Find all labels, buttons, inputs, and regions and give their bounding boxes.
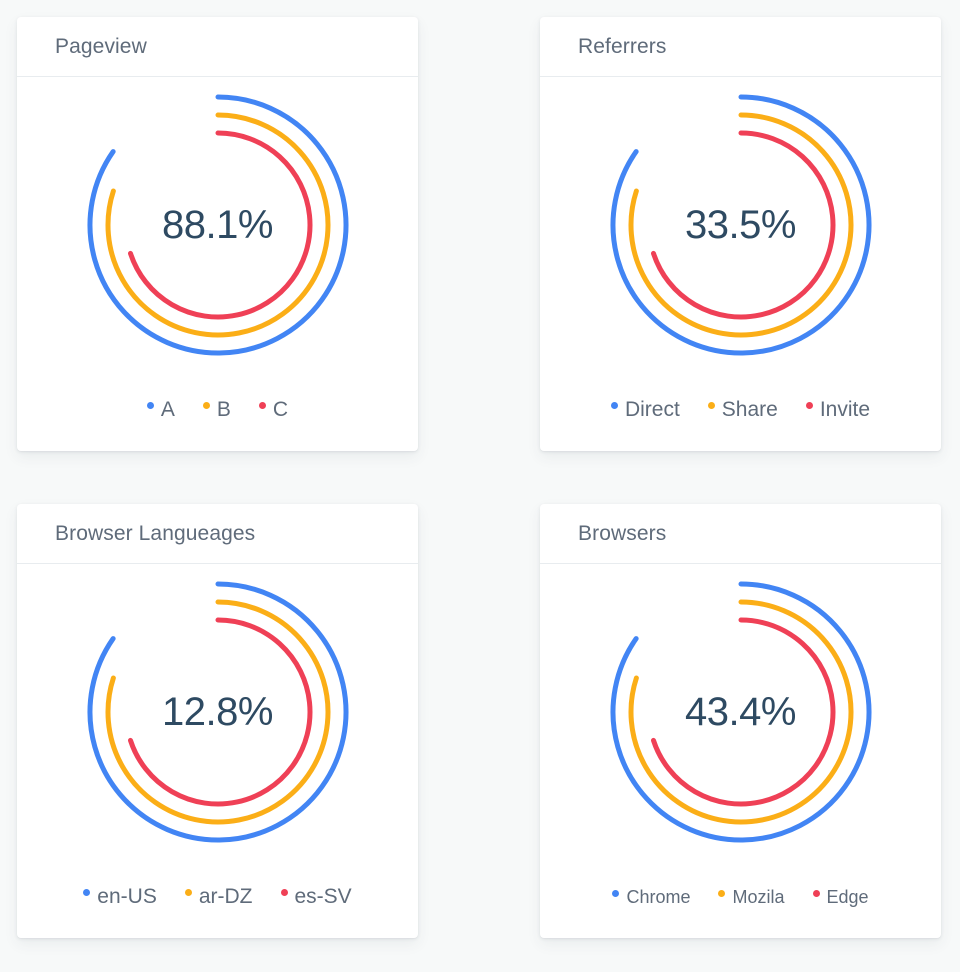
legend-label: Share [721, 398, 778, 421]
legend-item[interactable]: Edge [812, 887, 869, 907]
legend-item[interactable]: Invite [805, 398, 871, 421]
legend-item[interactable]: en-US [83, 885, 157, 908]
legend-item[interactable]: es-SV [280, 885, 352, 908]
legend-dot-blue-icon [612, 890, 620, 897]
legend-label: ar-DZ [198, 885, 253, 908]
legend-item[interactable]: Direct [610, 398, 680, 421]
card-title: Referrers [578, 35, 667, 58]
legend-item[interactable]: Mozila [718, 887, 785, 907]
legend-dot-red-icon [258, 402, 266, 409]
legend-dot-orange-icon [718, 890, 726, 897]
card-body: 33.5% [540, 77, 941, 379]
legend-label: Invite [819, 398, 871, 421]
legend-label: es-SV [294, 885, 352, 908]
card-body: 43.4% [540, 564, 941, 866]
legend-item[interactable]: A [146, 398, 175, 421]
legend-label: Edge [826, 887, 869, 907]
card-header: Browsers [540, 504, 941, 564]
legend-dot-red-icon [812, 890, 820, 897]
legend-dot-blue-icon [610, 402, 618, 409]
legend-dot-orange-icon [202, 402, 210, 409]
card-legend: Direct Share Invite [540, 379, 941, 451]
gauge-chart-browser-langueages: 12.8% [73, 567, 363, 857]
legend-dot-red-icon [280, 889, 288, 896]
legend-dot-orange-icon [184, 889, 192, 896]
card-title: Browsers [578, 522, 667, 545]
legend-label: C [272, 398, 289, 421]
card-legend: en-US ar-DZ es-SV [17, 866, 418, 938]
legend-label: Direct [624, 398, 680, 421]
card-browser-langueages: Browser Langueages 12.8% en-US ar-DZ es-… [17, 504, 418, 938]
card-title: Browser Langueages [55, 522, 256, 545]
legend-item[interactable]: ar-DZ [184, 885, 253, 908]
card-referrers: Referrers 33.5% Direct Share Invite [540, 17, 941, 451]
legend-label: A [160, 398, 175, 421]
card-header: Referrers [540, 17, 941, 77]
gauge-center-value: 33.5% [685, 203, 796, 247]
legend-label: Chrome [626, 887, 691, 907]
legend-item[interactable]: C [258, 398, 289, 421]
gauge-center-value: 12.8% [162, 690, 273, 734]
card-body: 12.8% [17, 564, 418, 866]
legend-dot-orange-icon [707, 402, 715, 409]
legend-dot-red-icon [805, 402, 813, 409]
card-title: Pageview [55, 35, 147, 58]
card-legend: Chrome Mozila Edge [540, 866, 941, 938]
legend-item[interactable]: Chrome [612, 887, 690, 907]
dashboard-grid: Pageview 88.1% A B C Referrers 33.5% Dir… [0, 0, 960, 972]
legend-dot-blue-icon [146, 402, 154, 409]
card-header: Browser Langueages [17, 504, 418, 564]
legend-item[interactable]: B [202, 398, 231, 421]
legend-label: B [216, 398, 231, 421]
legend-label: en-US [97, 885, 157, 908]
card-header: Pageview [17, 17, 418, 77]
gauge-chart-browsers: 43.4% [596, 567, 886, 857]
legend-label: Mozila [732, 887, 785, 907]
card-legend: A B C [17, 379, 418, 451]
gauge-center-value: 88.1% [162, 203, 273, 247]
gauge-chart-referrers: 33.5% [596, 80, 886, 370]
card-body: 88.1% [17, 77, 418, 379]
gauge-center-value: 43.4% [685, 690, 796, 734]
card-browsers: Browsers 43.4% Chrome Mozila Edge [540, 504, 941, 938]
gauge-chart-pageview: 88.1% [73, 80, 363, 370]
legend-item[interactable]: Share [707, 398, 778, 421]
legend-dot-blue-icon [83, 889, 91, 896]
card-pageview: Pageview 88.1% A B C [17, 17, 418, 451]
